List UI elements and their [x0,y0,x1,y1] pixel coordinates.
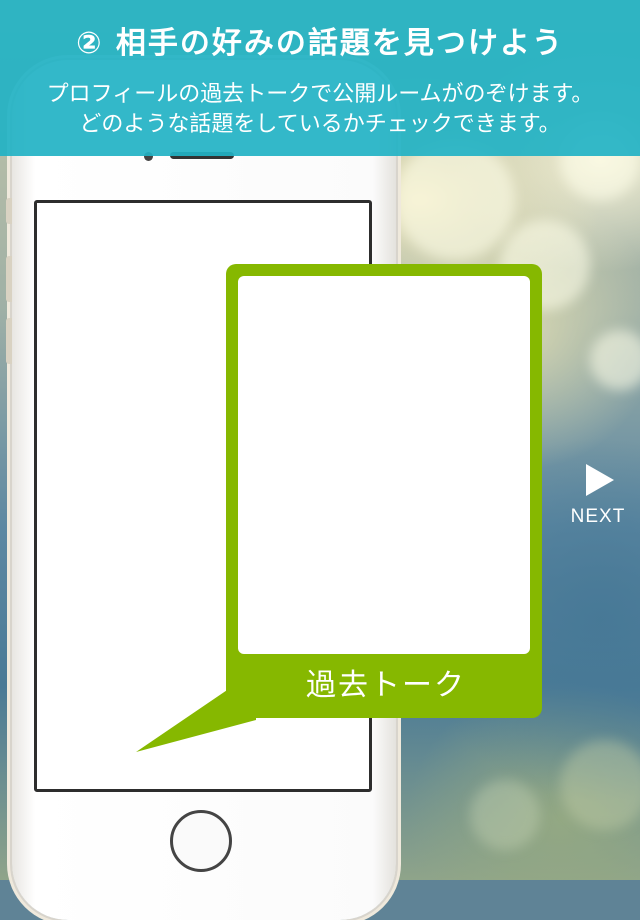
phone-volume-down-button [6,318,12,364]
header-banner: ② 相手の好みの話題を見つけよう プロフィールの過去トークで公開ルームがのぞけま… [0,0,640,156]
page-title: ② 相手の好みの話題を見つけよう [76,26,564,61]
play-triangle-icon [586,464,614,496]
description-line-2: どのような話題をしているかチェックできます。 [79,112,561,137]
header-description: プロフィールの過去トークで公開ルームがのぞけます。 どのような話題をしているかチ… [0,80,640,140]
past-talk-callout: 過去トーク [226,264,542,718]
callout-content-area [238,276,530,654]
description-line-1: プロフィールの過去トークで公開ルームがのぞけます。 [46,82,594,107]
phone-side-button [6,198,12,224]
phone-volume-up-button [6,256,12,302]
next-label: NEXT [570,506,626,527]
next-button[interactable]: NEXT [566,462,630,534]
phone-home-button [170,810,232,872]
callout-label: 過去トーク [306,668,466,703]
